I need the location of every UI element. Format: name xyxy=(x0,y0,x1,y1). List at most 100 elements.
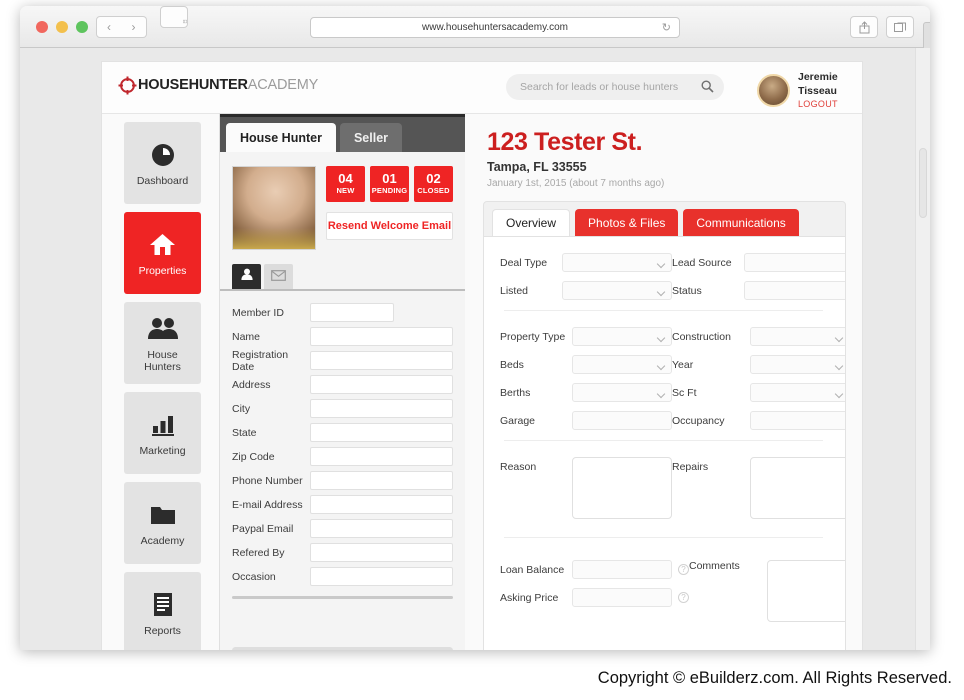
search-icon[interactable] xyxy=(701,80,714,98)
deal-type-select[interactable] xyxy=(562,253,672,272)
field-occasion: Occasion xyxy=(232,565,453,588)
resend-welcome-email-button[interactable]: Resend Welcome Email xyxy=(326,212,453,240)
avatar[interactable] xyxy=(757,74,790,107)
help-icon[interactable]: ? xyxy=(678,564,689,575)
page-scrollbar[interactable] xyxy=(915,48,930,650)
maximize-window-button[interactable] xyxy=(76,21,88,33)
show-tabs-button[interactable] xyxy=(886,16,914,38)
page-scrollbar-thumb[interactable] xyxy=(919,148,927,218)
detail-icon-tabs xyxy=(220,258,465,291)
search-box[interactable] xyxy=(506,74,724,100)
tab-seller[interactable]: Seller xyxy=(339,123,403,152)
sidebar-item-reports[interactable]: Reports xyxy=(124,572,201,650)
reload-icon[interactable]: ↻ xyxy=(662,21,671,34)
tab-overview[interactable]: Overview xyxy=(492,209,571,236)
zip-code-input[interactable] xyxy=(310,447,453,466)
panel-divider xyxy=(232,596,453,599)
panel-horizontal-scrollbar[interactable] xyxy=(232,647,453,650)
registration-date-input[interactable] xyxy=(310,351,453,370)
page-title: 123 Tester St. xyxy=(487,128,643,156)
occupancy-input[interactable] xyxy=(750,411,845,430)
sq-ft-select[interactable] xyxy=(750,383,845,402)
minimize-window-button[interactable] xyxy=(56,21,68,33)
share-icon xyxy=(859,20,869,33)
back-button[interactable]: ‹ xyxy=(96,16,122,38)
section-divider xyxy=(504,440,823,441)
sidebar-item-marketing[interactable]: Marketing xyxy=(124,392,201,474)
beds-select[interactable] xyxy=(572,355,672,374)
city-input[interactable] xyxy=(310,399,453,418)
status-badge-new[interactable]: 04 NEW xyxy=(326,166,365,202)
app-header: HOUSEHUNTERACADEMY Jeremie T xyxy=(102,62,862,114)
field-garage: Garage xyxy=(500,411,672,430)
field-label: Loan Balance xyxy=(500,563,565,576)
close-window-button[interactable] xyxy=(36,21,48,33)
tab-house-hunter[interactable]: House Hunter xyxy=(226,123,336,152)
row-loan-comments: Loan Balance ? Asking Price ? Comments xyxy=(500,560,845,622)
listed-select[interactable] xyxy=(562,281,672,300)
share-button[interactable] xyxy=(850,16,878,38)
field-label: Berths xyxy=(500,386,531,399)
row-reason-repairs: Reason Repairs xyxy=(500,457,845,519)
state-input[interactable] xyxy=(310,423,453,442)
chevron-left-icon: ‹ xyxy=(107,20,111,34)
field-berths: Berths xyxy=(500,383,672,402)
year-select[interactable] xyxy=(750,355,845,374)
field-label: Beds xyxy=(500,358,524,371)
berths-select[interactable] xyxy=(572,383,672,402)
house-hunter-form: Member ID Name Registration Date Address… xyxy=(220,291,465,588)
email-address-input[interactable] xyxy=(310,495,453,514)
tab-email[interactable] xyxy=(264,264,293,289)
property-type-select[interactable] xyxy=(572,327,672,346)
field-label: Comments xyxy=(689,560,740,572)
refered-by-input[interactable] xyxy=(310,543,453,562)
url-text: www.househuntersacademy.com xyxy=(422,22,568,33)
field-label: Deal Type xyxy=(500,256,548,269)
lead-source-select[interactable] xyxy=(744,253,845,272)
logout-link[interactable]: LOGOUT xyxy=(798,98,862,111)
sidebar-toggle-button[interactable] xyxy=(160,6,188,28)
field-label: Member ID xyxy=(232,306,284,319)
status-select[interactable] xyxy=(744,281,845,300)
sidebar-item-dashboard[interactable]: Dashboard xyxy=(124,122,201,204)
comments-textarea[interactable] xyxy=(767,560,845,622)
repairs-textarea[interactable] xyxy=(750,457,845,519)
user-name: Jeremie Tisseau xyxy=(798,71,838,97)
field-label: Reason xyxy=(500,461,537,473)
asking-price-input[interactable] xyxy=(572,588,672,607)
badge-label: NEW xyxy=(336,186,355,195)
field-construction: Construction xyxy=(672,327,845,346)
address-input[interactable] xyxy=(310,375,453,394)
construction-select[interactable] xyxy=(750,327,845,346)
search-input[interactable] xyxy=(506,74,724,100)
sidebar-item-house-hunters[interactable]: House Hunters xyxy=(124,302,201,384)
tab-profile[interactable] xyxy=(232,264,261,289)
status-badge-closed[interactable]: 02 CLOSED xyxy=(414,166,453,202)
badge-count: 02 xyxy=(426,171,441,186)
sidebar-item-academy[interactable]: Academy xyxy=(124,482,201,564)
paypal-email-input[interactable] xyxy=(310,519,453,538)
bar-chart-icon xyxy=(151,410,175,440)
sidebar-item-properties[interactable]: Properties xyxy=(124,212,201,294)
loan-balance-input[interactable] xyxy=(572,560,672,579)
field-beds: Beds xyxy=(500,355,672,374)
tab-photos-files[interactable]: Photos & Files xyxy=(575,209,679,236)
field-address: Address xyxy=(232,373,453,396)
forward-button[interactable]: › xyxy=(121,16,147,38)
new-tab-button[interactable]: + xyxy=(923,22,930,48)
member-id-input[interactable] xyxy=(310,303,394,322)
garage-input[interactable] xyxy=(572,411,672,430)
name-input[interactable] xyxy=(310,327,453,346)
phone-number-input[interactable] xyxy=(310,471,453,490)
help-icon[interactable]: ? xyxy=(678,592,689,603)
tab-communications[interactable]: Communications xyxy=(683,209,799,236)
app-logo[interactable]: HOUSEHUNTERACADEMY xyxy=(118,76,318,95)
status-badge-pending[interactable]: 01 PENDING xyxy=(370,166,409,202)
address-bar[interactable]: www.househuntersacademy.com ↻ xyxy=(310,17,680,38)
field-label: Registration Date xyxy=(232,348,289,373)
user-menu[interactable]: Jeremie Tisseau LOGOUT xyxy=(757,70,862,111)
reason-textarea[interactable] xyxy=(572,457,672,519)
field-label: Sc Ft xyxy=(672,386,697,399)
status-badges: 04 NEW 01 PENDING 02 CLOSED xyxy=(326,166,453,202)
occasion-input[interactable] xyxy=(310,567,453,586)
